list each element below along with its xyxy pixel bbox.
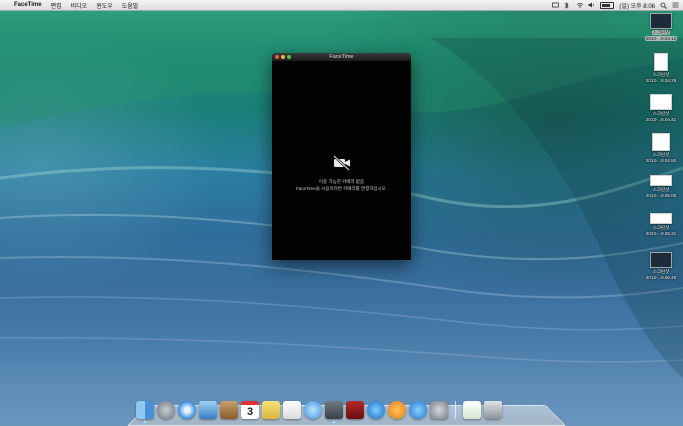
file-name-line1: 스크린샷 [652, 187, 670, 192]
desktop-file-icon[interactable]: 스크린샷 2013-...8.04.41 [643, 94, 679, 122]
desktop-file-icon[interactable]: 스크린샷 2013-...8.04.12 [643, 13, 679, 41]
menu-video[interactable]: 비디오 [71, 1, 88, 10]
menu-bar: FaceTime 편집 비디오 윈도우 도움말 (일) 오후 8:06 [0, 0, 683, 11]
desktop-file-icon[interactable]: 스크린샷 2013-...8.04.29 [643, 53, 679, 83]
file-name-line2: 2013-...8.06.05 [645, 193, 677, 198]
screenshot-thumbnail [652, 133, 670, 151]
wifi-icon[interactable] [576, 2, 584, 8]
safari-icon[interactable] [178, 401, 196, 419]
photobooth-icon[interactable] [346, 401, 364, 419]
desktop-file-icon[interactable]: 스크린샷 2013-...8.06.31 [643, 213, 679, 236]
itunes-icon[interactable] [367, 401, 385, 419]
keyboard-icon[interactable] [552, 2, 560, 8]
window-title: FaceTime [329, 54, 354, 60]
file-name-line1: 스크린샷 [652, 111, 670, 116]
menu-window[interactable]: 윈도우 [96, 1, 113, 10]
file-name-line1: 스크린샷 [652, 72, 670, 77]
bluetooth-icon[interactable] [564, 2, 571, 9]
file-name-line1: 스크린샷 [652, 225, 670, 230]
no-camera-title: 이용 가능한 카메라 없음 [318, 179, 365, 184]
launchpad-icon[interactable] [157, 401, 175, 419]
facetime-icon[interactable] [325, 401, 343, 423]
desktop-file-icon[interactable]: 스크린샷 2013-...8.06.05 [643, 175, 679, 198]
file-name-line2: 2013-...8.04.41 [645, 117, 677, 122]
trash-icon[interactable] [484, 401, 502, 419]
file-name-line1: 스크린샷 [652, 269, 670, 274]
calendar-icon[interactable]: 3 [241, 401, 259, 419]
menu-help[interactable]: 도움말 [122, 1, 139, 10]
screenshot-thumbnail [650, 94, 672, 110]
documents-icon[interactable] [463, 401, 481, 419]
menu-app-name[interactable]: FaceTime [14, 2, 42, 8]
screenshot-thumbnail [650, 175, 672, 186]
finder-icon[interactable] [136, 401, 154, 423]
system-preferences-icon[interactable] [430, 401, 448, 419]
running-indicator [333, 421, 335, 423]
notes-icon[interactable] [262, 401, 280, 419]
menu-edit[interactable]: 편집 [51, 1, 62, 10]
menubar-clock[interactable]: (일) 오후 8:06 [619, 1, 655, 10]
file-name-line2: 2013-...8.06.48 [645, 275, 677, 280]
file-name-line2: 2013-...8.04.29 [645, 78, 677, 83]
file-name-line2: 2013-...8.04.50 [645, 158, 677, 163]
file-name-line2: 2013-...8.04.12 [644, 36, 678, 41]
status-area: (일) 오후 8:06 [552, 1, 683, 10]
contacts-icon[interactable] [220, 401, 238, 419]
no-camera-hint: FaceTime을 사용하려면 카메라를 연결하십시오. [295, 186, 388, 191]
dock-separator [455, 401, 456, 419]
appstore-icon[interactable] [409, 401, 427, 419]
screenshot-thumbnail [650, 213, 672, 224]
calendar-day: 3 [246, 406, 254, 418]
reminders-icon[interactable] [283, 401, 301, 419]
desktop-file-icon[interactable]: 스크린샷 2013-...8.06.48 [643, 252, 679, 280]
messages-icon[interactable] [304, 401, 322, 419]
battery-icon[interactable] [600, 1, 615, 9]
screenshot-thumbnail [650, 252, 672, 268]
volume-icon[interactable] [588, 2, 595, 8]
list-icon[interactable] [672, 2, 679, 8]
file-name-line1: 스크린샷 [652, 152, 670, 157]
ibooks-icon[interactable] [388, 401, 406, 419]
running-indicator [144, 421, 146, 423]
screenshot-thumbnail [654, 53, 668, 71]
search-icon[interactable] [660, 2, 667, 9]
camera-off-icon [333, 155, 350, 171]
mail-icon[interactable] [199, 401, 217, 419]
desktop-file-icon[interactable]: 스크린샷 2013-...8.04.50 [643, 133, 679, 163]
dock: 3 [136, 397, 502, 423]
screenshot-thumbnail [650, 13, 672, 29]
file-name-line2: 2013-...8.06.31 [645, 231, 677, 236]
window-titlebar[interactable]: FaceTime [272, 53, 411, 62]
facetime-window[interactable]: FaceTime 이용 가능한 카메라 없음 FaceTime을 사용하려면 카… [272, 53, 411, 260]
video-area: 이용 가능한 카메라 없음 FaceTime을 사용하려면 카메라를 연결하십시… [272, 62, 411, 260]
file-name-line1: 스크린샷 [651, 30, 671, 35]
